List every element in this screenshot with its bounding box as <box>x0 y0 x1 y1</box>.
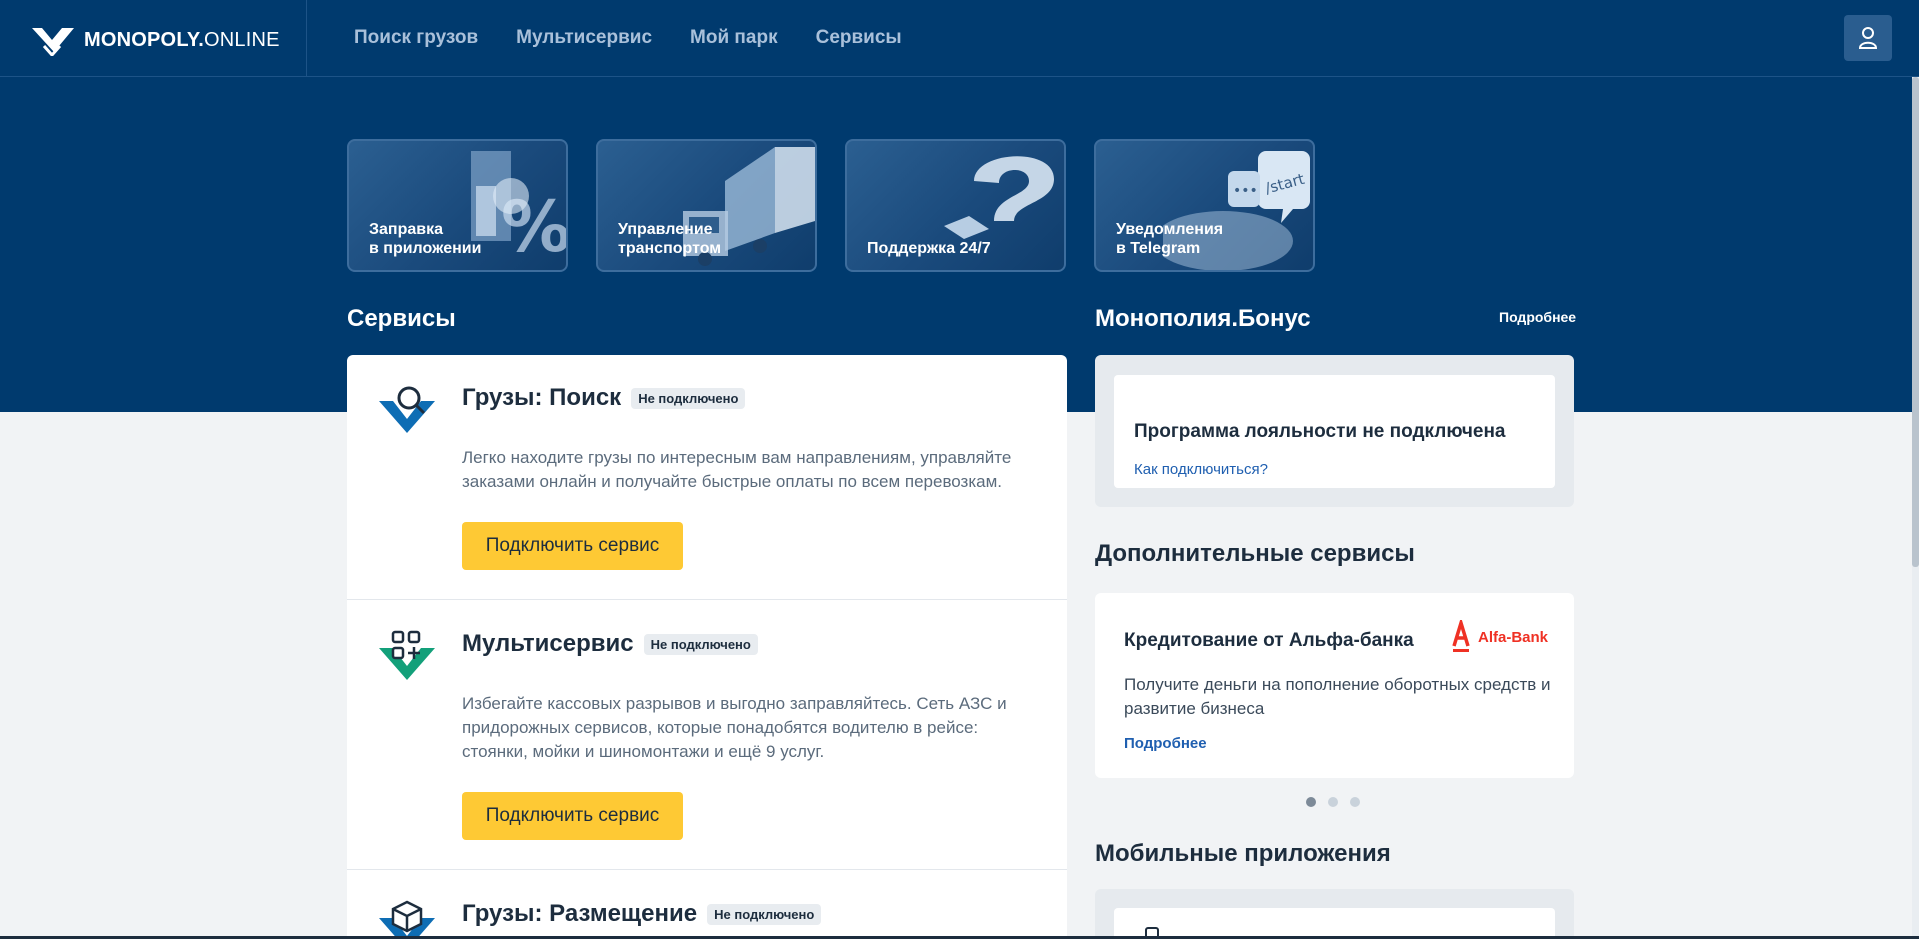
tile-label: Заправка в приложении <box>369 221 482 257</box>
service-title-row: Грузы: Размещение Не подключено <box>462 900 822 928</box>
nav-cargo-search[interactable]: Поиск грузов <box>354 27 478 49</box>
service-title-row: Мультисервис Не подключено <box>462 630 758 658</box>
bonus-panel: Программа лояльности не подключена Как п… <box>1095 355 1574 507</box>
tile-fuel-in-app[interactable]: % Заправка в приложении <box>347 139 568 272</box>
alfa-credit-card: Кредитование от Альфа-банка Alfa-Bank По… <box>1095 593 1574 778</box>
bonus-card-title: Программа лояльности не подключена <box>1134 421 1506 442</box>
user-icon <box>1858 27 1878 49</box>
tile-transport-management[interactable]: Управление транспортом <box>596 139 817 272</box>
nav-multiservice[interactable]: Мультисервис <box>516 27 652 49</box>
carousel-dot[interactable] <box>1328 797 1338 807</box>
mobile-app-card[interactable] <box>1114 908 1555 939</box>
mobile-apps-panel <box>1095 889 1574 939</box>
service-title: Грузы: Размещение <box>462 900 698 927</box>
alfa-more-link[interactable]: Подробнее <box>1124 735 1207 752</box>
connect-service-button[interactable]: Подключить сервис <box>462 522 683 570</box>
status-badge: Не подключено <box>631 387 746 409</box>
svg-text:•••: ••• <box>1233 183 1258 199</box>
alfa-card-title: Кредитование от Альфа-банка <box>1124 630 1414 651</box>
logo-text-thin: ONLINE <box>203 28 280 51</box>
logo-text-bold: MONOPOLY. <box>84 28 204 51</box>
services-heading: Сервисы <box>347 305 456 332</box>
service-description: Избегайте кассовых разрывов и выгодно за… <box>462 694 1007 761</box>
status-badge: Не подключено <box>707 903 822 925</box>
tile-telegram-notifications[interactable]: /start ••• Уведомления в Telegram <box>1094 139 1315 272</box>
services-list: Грузы: Поиск Не подключено Легко находит… <box>347 355 1067 939</box>
alfa-bank-logo: Alfa-Bank <box>1451 620 1548 654</box>
service-title-row: Грузы: Поиск Не подключено <box>462 384 746 412</box>
mobile-apps-heading: Мобильные приложения <box>1095 840 1391 867</box>
service-title: Грузы: Поиск <box>462 384 622 411</box>
service-title: Мультисервис <box>462 630 634 657</box>
tile-label: Поддержка 24/7 <box>867 240 991 257</box>
nav-my-fleet[interactable]: Мой парк <box>690 27 778 49</box>
logo[interactable]: MONOPOLY.ONLINE <box>30 24 280 56</box>
carousel-dot[interactable] <box>1350 797 1360 807</box>
alfa-card-description: Получите деньги на пополнение оборотных … <box>1124 675 1551 718</box>
multiservice-icon <box>379 630 435 680</box>
tile-label: Уведомления в Telegram <box>1116 221 1224 257</box>
service-description: Легко находите грузы по интересным вам н… <box>462 448 1012 491</box>
scrollbar-thumb[interactable] <box>1912 77 1919 567</box>
logo-mark-icon <box>32 28 74 56</box>
alfa-logo-text: Alfa-Bank <box>1478 628 1549 646</box>
bonus-card: Программа лояльности не подключена Как п… <box>1114 375 1555 488</box>
how-to-connect-link[interactable]: Как подключиться? <box>1134 461 1268 478</box>
status-badge: Не подключено <box>643 633 758 655</box>
promo-tiles: % Заправка в приложении Управление транс… <box>347 139 1315 272</box>
header-divider <box>306 0 307 77</box>
top-navigation-bar: MONOPOLY.ONLINE Поиск грузов Мультисерви… <box>0 0 1919 77</box>
alfa-a-icon <box>1452 620 1470 652</box>
service-item-multiservice: Мультисервис Не подключено Избегайте кас… <box>347 600 1067 870</box>
tile-label: Управление транспортом <box>618 221 722 257</box>
main-nav: Поиск грузов Мультисервис Мой парк Серви… <box>354 27 902 49</box>
bonus-more-link[interactable]: Подробнее <box>1499 309 1576 325</box>
extra-services-heading: Дополнительные сервисы <box>1095 540 1415 567</box>
nav-services[interactable]: Сервисы <box>816 27 902 49</box>
service-item-cargo-placement: Грузы: Размещение Не подключено <box>347 870 1067 939</box>
carousel-dot[interactable] <box>1306 797 1316 807</box>
page-scrollbar[interactable] <box>1912 77 1919 939</box>
user-profile-button[interactable] <box>1844 15 1892 61</box>
tile-support[interactable]: Поддержка 24/7 <box>845 139 1066 272</box>
cargo-placement-icon <box>379 900 435 939</box>
connect-service-button[interactable]: Подключить сервис <box>462 792 683 840</box>
bonus-heading: Монополия.Бонус <box>1095 305 1311 332</box>
cargo-search-icon <box>379 386 435 433</box>
service-item-cargo-search: Грузы: Поиск Не подключено Легко находит… <box>347 355 1067 600</box>
carousel-dots <box>1306 797 1360 807</box>
